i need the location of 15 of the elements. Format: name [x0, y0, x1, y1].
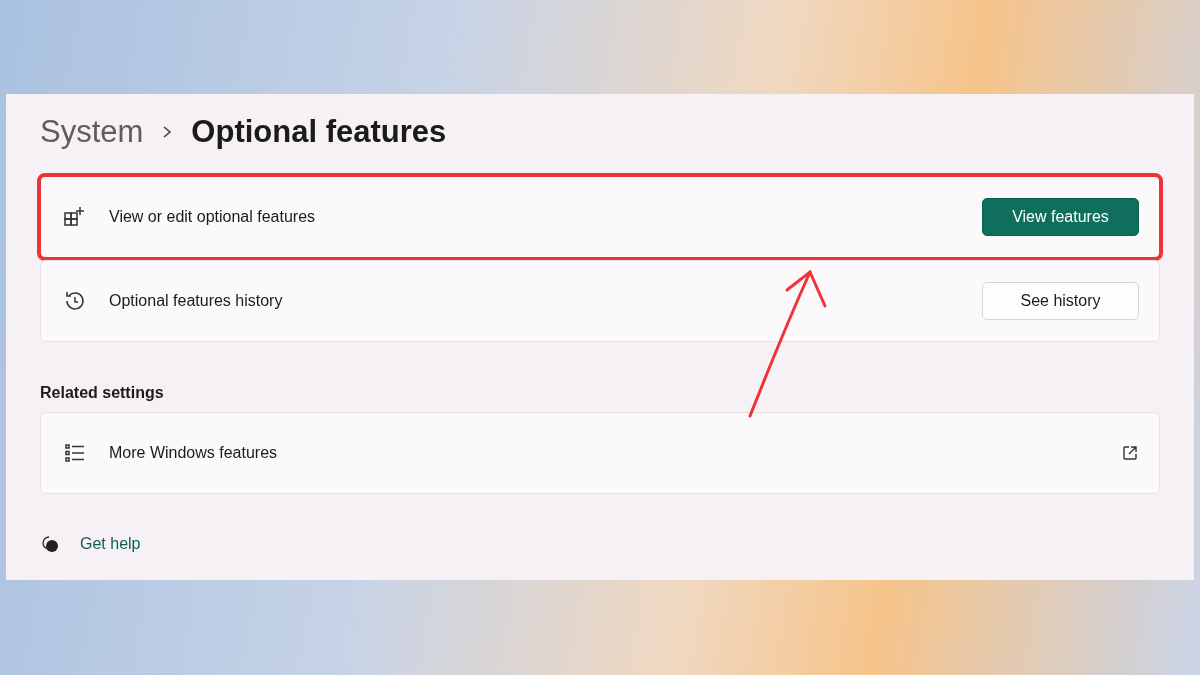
section-heading: Related settings [40, 384, 165, 402]
help-link[interactable]: Get help [80, 535, 141, 553]
breadcrumb-link[interactable]: System [40, 114, 144, 150]
setting-label: View or edit optional features [109, 208, 317, 226]
external-link-icon[interactable] [1121, 444, 1139, 462]
setting-card[interactable]: More Windows features [40, 412, 1160, 494]
primary-button[interactable]: View features [982, 198, 1139, 236]
page-title: Optional features [191, 114, 447, 150]
secondary-button[interactable]: See history [982, 282, 1139, 320]
setting-label: More Windows features [109, 444, 279, 462]
chevron-right-icon [161, 125, 174, 139]
grid-plus-icon [63, 205, 87, 229]
list-icon [63, 441, 87, 465]
setting-label: Optional features history [109, 292, 284, 310]
history-icon [63, 289, 87, 313]
